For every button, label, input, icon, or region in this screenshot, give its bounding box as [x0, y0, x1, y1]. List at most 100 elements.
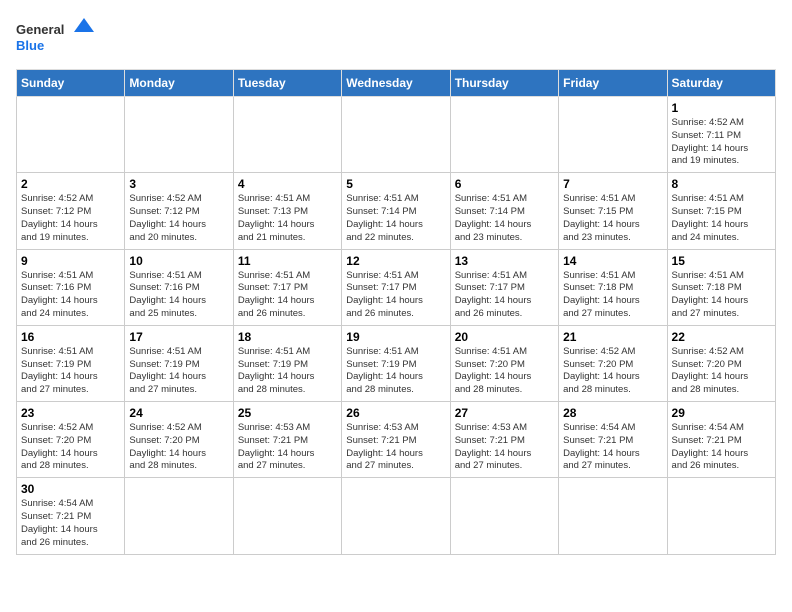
calendar-cell: 14 Sunrise: 4:51 AMSunset: 7:18 PMDayligh…: [559, 249, 667, 325]
calendar-cell: 24 Sunrise: 4:52 AMSunset: 7:20 PMDayligh…: [125, 402, 233, 478]
calendar-cell: 13Sunrise: 4:51 AMSunset: 7:17 PMDayligh…: [450, 249, 558, 325]
week-row-4: 23Sunrise: 4:52 AMSunset: 7:20 PMDayligh…: [17, 402, 776, 478]
day-info: Sunrise: 4:52 AMSunset: 7:20 PMDaylight:…: [563, 346, 662, 397]
day-info: Sunrise: 4:52 AMSunset: 7:20 PMDaylight:…: [21, 422, 120, 473]
day-number: 24: [129, 406, 228, 420]
day-number: 27: [455, 406, 554, 420]
day-number: 20: [455, 330, 554, 344]
calendar-cell: 5Sunrise: 4:51 AMSunset: 7:14 PMDaylight…: [342, 173, 450, 249]
weekday-header-thursday: Thursday: [450, 70, 558, 97]
calendar-cell: 8Sunrise: 4:51 AMSunset: 7:15 PMDaylight…: [667, 173, 775, 249]
weekday-header-saturday: Saturday: [667, 70, 775, 97]
day-info: Sunrise: 4:53 AMSunset: 7:21 PMDaylight:…: [346, 422, 445, 473]
day-info: Sunrise: 4:51 AMSunset: 7:13 PMDaylight:…: [238, 193, 337, 244]
calendar-cell: [559, 97, 667, 173]
day-number: 22: [672, 330, 771, 344]
calendar-cell: 11Sunrise: 4:51 AMSunset: 7:17 PMDayligh…: [233, 249, 341, 325]
day-number: 15: [672, 254, 771, 268]
weekday-header-monday: Monday: [125, 70, 233, 97]
calendar-cell: 3 Sunrise: 4:52 AMSunset: 7:12 PMDaylight…: [125, 173, 233, 249]
day-number: 12: [346, 254, 445, 268]
day-number: 17: [129, 330, 228, 344]
generalblue-logo: General Blue: [16, 16, 96, 61]
calendar-cell: 20 Sunrise: 4:51 AMSunset: 7:20 PMDayligh…: [450, 325, 558, 401]
week-row-3: 16Sunrise: 4:51 AMSunset: 7:19 PMDayligh…: [17, 325, 776, 401]
calendar-cell: 7Sunrise: 4:51 AMSunset: 7:15 PMDaylight…: [559, 173, 667, 249]
day-number: 10: [129, 254, 228, 268]
day-info: Sunrise: 4:51 AMSunset: 7:14 PMDaylight:…: [455, 193, 554, 244]
calendar-table: SundayMondayTuesdayWednesdayThursdayFrid…: [16, 69, 776, 555]
week-row-5: 30Sunrise: 4:54 AMSunset: 7:21 PMDayligh…: [17, 478, 776, 554]
day-number: 7: [563, 177, 662, 191]
day-number: 18: [238, 330, 337, 344]
day-number: 1: [672, 101, 771, 115]
day-number: 8: [672, 177, 771, 191]
calendar-cell: 28 Sunrise: 4:54 AMSunset: 7:21 PMDayligh…: [559, 402, 667, 478]
calendar-cell: 27 Sunrise: 4:53 AMSunset: 7:21 PMDayligh…: [450, 402, 558, 478]
weekday-header-row: SundayMondayTuesdayWednesdayThursdayFrid…: [17, 70, 776, 97]
day-number: 28: [563, 406, 662, 420]
day-info: Sunrise: 4:54 AMSunset: 7:21 PMDaylight:…: [563, 422, 662, 473]
calendar-cell: [450, 97, 558, 173]
day-info: Sunrise: 4:51 AMSunset: 7:14 PMDaylight:…: [346, 193, 445, 244]
day-number: 9: [21, 254, 120, 268]
calendar-cell: [559, 478, 667, 554]
day-info: Sunrise: 4:51 AMSunset: 7:20 PMDaylight:…: [455, 346, 554, 397]
calendar-cell: [667, 478, 775, 554]
calendar-cell: [125, 97, 233, 173]
calendar-cell: [342, 97, 450, 173]
day-info: Sunrise: 4:51 AMSunset: 7:19 PMDaylight:…: [21, 346, 120, 397]
svg-text:Blue: Blue: [16, 38, 44, 53]
day-info: Sunrise: 4:51 AMSunset: 7:17 PMDaylight:…: [238, 270, 337, 321]
day-info: Sunrise: 4:52 AMSunset: 7:12 PMDaylight:…: [129, 193, 228, 244]
calendar-cell: 18 Sunrise: 4:51 AMSunset: 7:19 PMDayligh…: [233, 325, 341, 401]
calendar-cell: [233, 478, 341, 554]
week-row-1: 2 Sunrise: 4:52 AMSunset: 7:12 PMDaylight…: [17, 173, 776, 249]
day-info: Sunrise: 4:52 AMSunset: 7:20 PMDaylight:…: [129, 422, 228, 473]
calendar-cell: 23Sunrise: 4:52 AMSunset: 7:20 PMDayligh…: [17, 402, 125, 478]
calendar-cell: 22Sunrise: 4:52 AMSunset: 7:20 PMDayligh…: [667, 325, 775, 401]
calendar-cell: [342, 478, 450, 554]
day-info: Sunrise: 4:51 AMSunset: 7:19 PMDaylight:…: [346, 346, 445, 397]
calendar-cell: 26 Sunrise: 4:53 AMSunset: 7:21 PMDayligh…: [342, 402, 450, 478]
calendar-cell: 12 Sunrise: 4:51 AMSunset: 7:17 PMDayligh…: [342, 249, 450, 325]
day-info: Sunrise: 4:51 AMSunset: 7:19 PMDaylight:…: [238, 346, 337, 397]
calendar-cell: 25 Sunrise: 4:53 AMSunset: 7:21 PMDayligh…: [233, 402, 341, 478]
day-info: Sunrise: 4:53 AMSunset: 7:21 PMDaylight:…: [455, 422, 554, 473]
calendar-cell: 21 Sunrise: 4:52 AMSunset: 7:20 PMDayligh…: [559, 325, 667, 401]
day-number: 2: [21, 177, 120, 191]
calendar-cell: 29 Sunrise: 4:54 AMSunset: 7:21 PMDayligh…: [667, 402, 775, 478]
day-info: Sunrise: 4:51 AMSunset: 7:17 PMDaylight:…: [455, 270, 554, 321]
calendar-cell: 1 Sunrise: 4:52 AMSunset: 7:11 PMDaylight…: [667, 97, 775, 173]
day-number: 26: [346, 406, 445, 420]
calendar-cell: [17, 97, 125, 173]
day-info: Sunrise: 4:54 AMSunset: 7:21 PMDaylight:…: [672, 422, 771, 473]
day-info: Sunrise: 4:52 AMSunset: 7:11 PMDaylight:…: [672, 117, 771, 168]
day-info: Sunrise: 4:51 AMSunset: 7:17 PMDaylight:…: [346, 270, 445, 321]
weekday-header-wednesday: Wednesday: [342, 70, 450, 97]
day-number: 14: [563, 254, 662, 268]
header: General Blue: [16, 16, 776, 61]
day-number: 3: [129, 177, 228, 191]
day-number: 6: [455, 177, 554, 191]
calendar-cell: 16Sunrise: 4:51 AMSunset: 7:19 PMDayligh…: [17, 325, 125, 401]
day-info: Sunrise: 4:53 AMSunset: 7:21 PMDaylight:…: [238, 422, 337, 473]
weekday-header-tuesday: Tuesday: [233, 70, 341, 97]
day-number: 4: [238, 177, 337, 191]
calendar-cell: [125, 478, 233, 554]
calendar-cell: 4 Sunrise: 4:51 AMSunset: 7:13 PMDaylight…: [233, 173, 341, 249]
day-number: 29: [672, 406, 771, 420]
day-info: Sunrise: 4:54 AMSunset: 7:21 PMDaylight:…: [21, 498, 120, 549]
day-info: Sunrise: 4:51 AMSunset: 7:18 PMDaylight:…: [563, 270, 662, 321]
calendar-cell: 9 Sunrise: 4:51 AMSunset: 7:16 PMDaylight…: [17, 249, 125, 325]
day-info: Sunrise: 4:51 AMSunset: 7:16 PMDaylight:…: [21, 270, 120, 321]
day-number: 25: [238, 406, 337, 420]
day-number: 21: [563, 330, 662, 344]
calendar-cell: 17Sunrise: 4:51 AMSunset: 7:19 PMDayligh…: [125, 325, 233, 401]
weekday-header-sunday: Sunday: [17, 70, 125, 97]
week-row-2: 9 Sunrise: 4:51 AMSunset: 7:16 PMDaylight…: [17, 249, 776, 325]
calendar-cell: 30Sunrise: 4:54 AMSunset: 7:21 PMDayligh…: [17, 478, 125, 554]
weekday-header-friday: Friday: [559, 70, 667, 97]
calendar-cell: [450, 478, 558, 554]
calendar-cell: 6 Sunrise: 4:51 AMSunset: 7:14 PMDaylight…: [450, 173, 558, 249]
